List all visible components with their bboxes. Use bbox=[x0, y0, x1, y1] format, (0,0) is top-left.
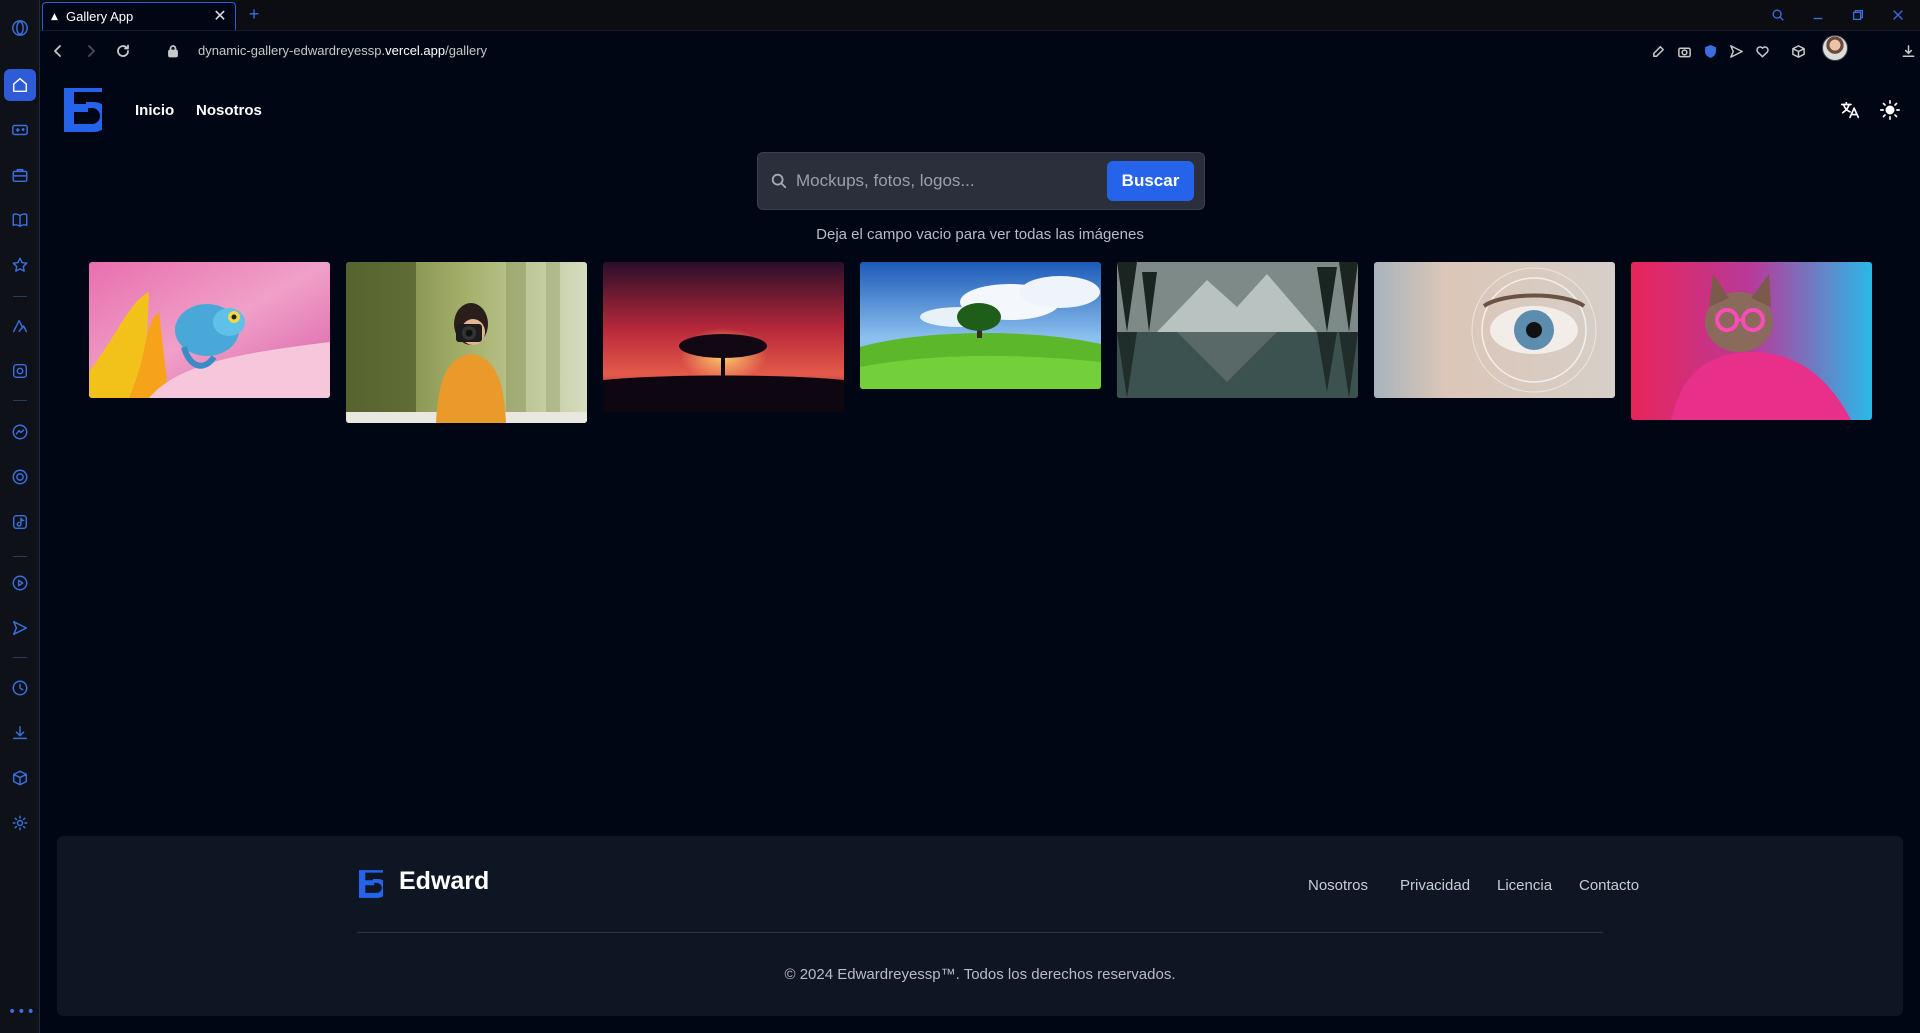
box-icon[interactable] bbox=[1788, 41, 1808, 61]
star-icon[interactable] bbox=[4, 249, 36, 281]
gallery-image-green-hill[interactable] bbox=[860, 262, 1101, 389]
gallery-image-eye[interactable] bbox=[1374, 262, 1615, 398]
close-window-icon[interactable] bbox=[1886, 4, 1910, 26]
footer-divider bbox=[357, 932, 1603, 933]
gallery-image-photographer[interactable] bbox=[346, 262, 587, 423]
edit-icon[interactable] bbox=[1648, 41, 1668, 61]
home-icon[interactable] bbox=[4, 69, 36, 101]
heart-icon[interactable] bbox=[1752, 41, 1772, 61]
tiktok-icon[interactable] bbox=[4, 506, 36, 538]
whatsapp-icon[interactable] bbox=[4, 461, 36, 493]
gallery-page: Inicio Nosotros Buscar Deja el campo vac… bbox=[40, 70, 1920, 1033]
gallery-image-chameleon[interactable] bbox=[89, 262, 330, 398]
send-icon[interactable] bbox=[1726, 41, 1746, 61]
copyright: © 2024 Edwardreyessp™. Todos los derecho… bbox=[784, 966, 1176, 983]
footer: Edward Nosotros Privacidad Licencia Cont… bbox=[57, 836, 1903, 1016]
tab-title: Gallery App bbox=[66, 9, 134, 24]
close-tab-icon[interactable]: ✕ bbox=[213, 8, 227, 24]
gallery-image-mountain-lake[interactable] bbox=[1117, 262, 1358, 398]
tab-gallery-app[interactable]: ▲ Gallery App ✕ bbox=[42, 2, 236, 30]
url-field[interactable]: dynamic-gallery-edwardreyessp.vercel.app… bbox=[198, 43, 487, 58]
footer-link-nosotros[interactable]: Nosotros bbox=[1308, 877, 1368, 894]
book-icon[interactable] bbox=[4, 204, 36, 236]
back-arrow-icon[interactable] bbox=[47, 40, 69, 62]
sun-icon[interactable] bbox=[1878, 98, 1902, 122]
edward-logo[interactable] bbox=[64, 88, 109, 132]
browser-logo-icon[interactable] bbox=[4, 12, 36, 44]
search-button[interactable]: Buscar bbox=[1107, 161, 1194, 201]
footer-link-privacidad[interactable]: Privacidad bbox=[1400, 877, 1470, 894]
aria-icon[interactable] bbox=[4, 310, 36, 342]
avatar[interactable] bbox=[1822, 35, 1848, 61]
nav-nosotros[interactable]: Nosotros bbox=[196, 102, 262, 119]
player-icon[interactable] bbox=[4, 567, 36, 599]
tab-strip: ▲ Gallery App ✕ + bbox=[40, 0, 1920, 30]
gallery-image-cat[interactable] bbox=[1631, 262, 1872, 420]
gallery-image-red-sky-tree[interactable] bbox=[603, 262, 844, 412]
shield-icon[interactable] bbox=[1700, 41, 1720, 61]
search-bar: Buscar bbox=[757, 152, 1205, 210]
address-bar: dynamic-gallery-edwardreyessp.vercel.app… bbox=[40, 30, 1920, 70]
restore-icon[interactable] bbox=[1846, 4, 1870, 26]
nav-inicio[interactable]: Inicio bbox=[135, 102, 174, 119]
reload-icon[interactable] bbox=[112, 40, 134, 62]
lock-icon[interactable] bbox=[162, 40, 184, 62]
translate-icon[interactable] bbox=[1838, 98, 1862, 122]
search-hint: Deja el campo vacio para ver todas las i… bbox=[816, 226, 1144, 243]
extension-icon[interactable] bbox=[4, 355, 36, 387]
search-tabs-icon[interactable] bbox=[1766, 4, 1790, 26]
cube-icon[interactable] bbox=[4, 762, 36, 794]
send-icon[interactable] bbox=[4, 612, 36, 644]
gamepad-icon[interactable] bbox=[4, 114, 36, 146]
footer-link-contacto[interactable]: Contacto bbox=[1579, 877, 1639, 894]
download-icon[interactable] bbox=[4, 717, 36, 749]
history-icon[interactable] bbox=[4, 672, 36, 704]
footer-brand[interactable]: Edward bbox=[399, 867, 489, 896]
search-input[interactable] bbox=[796, 163, 1096, 199]
minimize-icon[interactable] bbox=[1806, 4, 1830, 26]
browser-sidebar: ••• bbox=[0, 0, 40, 1033]
camera-icon[interactable] bbox=[1674, 41, 1694, 61]
new-tab-button[interactable]: + bbox=[244, 4, 264, 24]
download-icon[interactable] bbox=[1898, 41, 1918, 61]
footer-logo-icon[interactable] bbox=[359, 869, 388, 899]
footer-link-licencia[interactable]: Licencia bbox=[1497, 877, 1552, 894]
messenger-icon[interactable] bbox=[4, 416, 36, 448]
search-icon bbox=[770, 172, 790, 192]
triangle-favicon-icon: ▲ bbox=[51, 11, 58, 22]
briefcase-icon[interactable] bbox=[4, 159, 36, 191]
forward-arrow-icon[interactable] bbox=[80, 40, 102, 62]
settings-icon[interactable] bbox=[4, 807, 36, 839]
more-icon[interactable]: ••• bbox=[8, 1004, 35, 1020]
